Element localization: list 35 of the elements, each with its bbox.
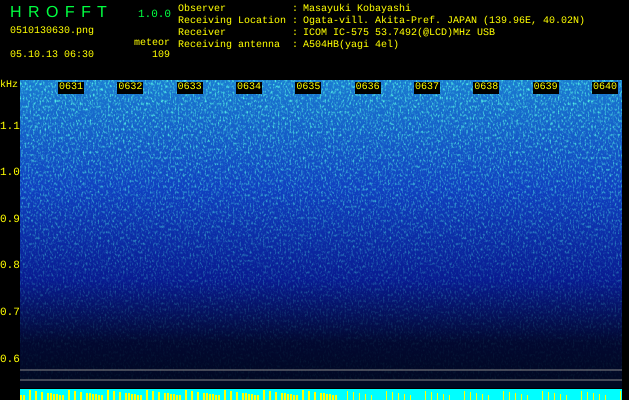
time-label: 0632 xyxy=(117,82,144,94)
time-label: 0635 xyxy=(295,82,322,94)
time-label: 0631 xyxy=(58,82,84,94)
filename: 0510130630.png xyxy=(10,26,94,38)
separator: : xyxy=(292,28,300,40)
separator: : xyxy=(292,40,300,52)
meteor-count: 109 xyxy=(152,50,170,62)
axis-label: 0.9 xyxy=(0,214,20,226)
time-label: 0636 xyxy=(354,82,381,94)
counter-label: meteor xyxy=(134,38,170,50)
time-label: 0638 xyxy=(473,82,500,94)
info-label: Observer xyxy=(178,4,228,16)
time-label: 0640 xyxy=(592,82,618,94)
info-value: ICOM IC-575 53.7492(@LCD)MHz USB xyxy=(303,28,496,40)
time-label: 0637 xyxy=(414,82,440,94)
info-label: Receiving Location xyxy=(178,16,288,28)
axis-label: 1.0 xyxy=(0,167,20,180)
separator: : xyxy=(292,16,300,28)
info-value: A504HB(yagi 4el) xyxy=(303,40,400,52)
separator: : xyxy=(292,4,300,16)
info-label: Receiver xyxy=(178,28,228,40)
info-value: Masayuki Kobayashi xyxy=(303,4,412,16)
axis-label: 1.1 xyxy=(0,120,20,133)
app-title: H R O F F T xyxy=(10,4,109,22)
time-label: 0634 xyxy=(236,82,262,94)
axis-label: 0.8 xyxy=(0,260,20,272)
date-time: 05.10.13 06:30 xyxy=(10,50,94,62)
info-value: Ogata-vill. Akita-Pref. JAPAN (139.96E, 40.02N) xyxy=(303,16,586,28)
axis-label: 0.7 xyxy=(0,307,20,319)
unit-label: kHz xyxy=(0,80,18,91)
version-label: 1.0.0 xyxy=(138,9,172,21)
axis-label: 0.6 xyxy=(0,354,20,366)
time-label: 0639 xyxy=(532,82,559,94)
info-label: Receiving antenna xyxy=(178,40,282,52)
time-label: 0633 xyxy=(176,82,203,94)
